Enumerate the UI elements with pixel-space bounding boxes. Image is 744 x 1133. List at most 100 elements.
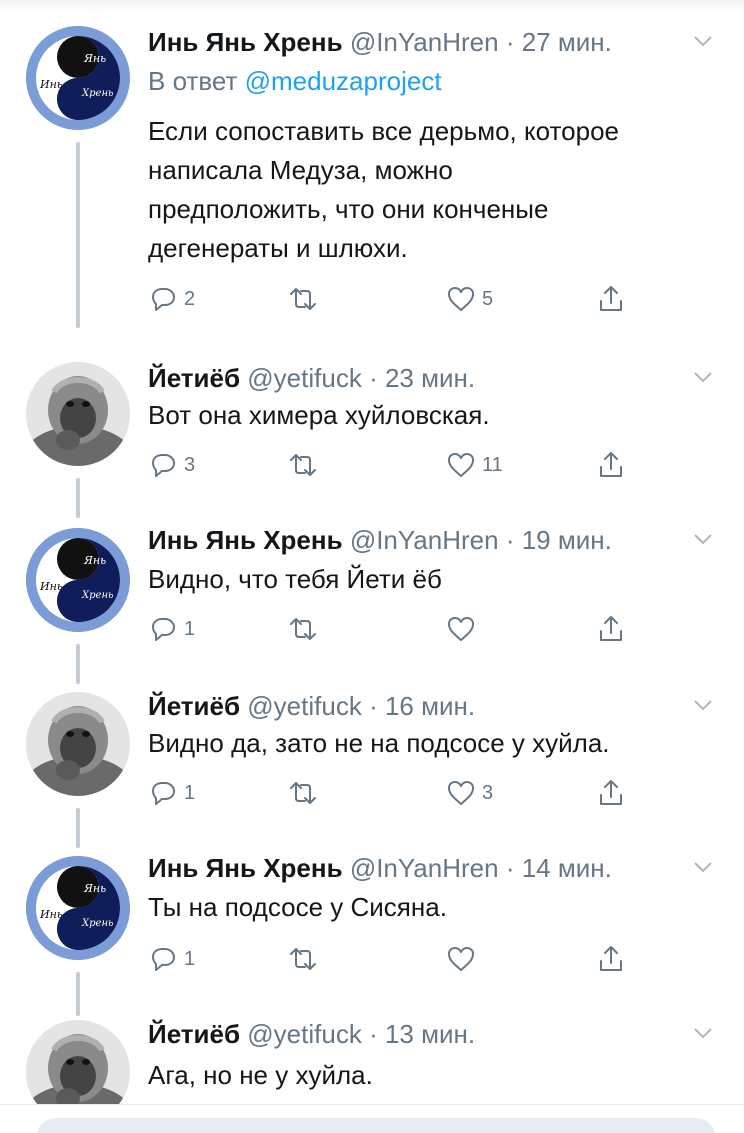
yinyang-avatar-image: Янь Инь Хрень — [26, 26, 130, 130]
author-name[interactable]: Йетиёб — [148, 1019, 240, 1049]
like-count: 11 — [482, 453, 503, 476]
author-name[interactable]: Инь Янь Хрень — [148, 27, 343, 57]
thread-connector — [76, 142, 80, 328]
chevron-down-icon[interactable] — [692, 694, 714, 716]
thread-connector — [76, 478, 80, 518]
like-button[interactable]: 3 — [446, 776, 493, 810]
tweet-header: Инь Янь Хрень @InYanHren · 14 мин. — [148, 850, 714, 886]
like-button[interactable] — [446, 612, 482, 646]
reply-prefix: В ответ — [148, 66, 238, 96]
tweet-text-line: дегенераты и шлюхи. — [148, 233, 408, 263]
chevron-down-icon[interactable] — [692, 366, 714, 388]
retweet-icon — [290, 454, 316, 476]
separator: · — [505, 525, 515, 555]
timestamp[interactable]: 16 мин. — [385, 691, 475, 721]
tweet-actions: 1 — [148, 612, 648, 646]
tweet-text-line: Ты на подсосе у Сисяна. — [148, 892, 447, 922]
timestamp[interactable]: 23 мин. — [385, 363, 475, 393]
retweet-icon — [290, 288, 316, 310]
avatar-label-right: Хрень — [81, 590, 113, 601]
timestamp[interactable]: 13 мин. — [385, 1019, 475, 1049]
thread-connector — [76, 644, 80, 684]
reply-count: 1 — [184, 947, 196, 970]
share-icon — [600, 452, 622, 477]
like-button[interactable] — [446, 942, 482, 976]
avatar-label-top: Янь — [83, 882, 106, 895]
retweet-icon — [290, 618, 316, 640]
chevron-down-icon[interactable] — [692, 528, 714, 550]
tweet-text-line: Если сопоставить все дерьмо, которое — [148, 116, 619, 146]
separator: · — [369, 363, 378, 393]
yinyang-avatar[interactable]: Янь Инь Хрень — [26, 856, 130, 960]
timestamp[interactable]: 14 мин. — [522, 853, 612, 883]
chevron-down-icon[interactable] — [692, 1022, 714, 1044]
author-name[interactable]: Йетиёб — [148, 363, 240, 393]
author-name[interactable]: Йетиёб — [148, 691, 240, 721]
thread-connector — [76, 972, 80, 1016]
author-name[interactable]: Инь Янь Хрень — [148, 853, 343, 883]
tweet-text: Ты на подсосе у Сисяна. — [148, 888, 728, 927]
reply-icon — [152, 948, 175, 971]
share-button[interactable] — [596, 776, 626, 810]
author-handle[interactable]: @InYanHren — [350, 27, 499, 57]
reply-button[interactable]: 1 — [148, 776, 195, 810]
like-button[interactable]: 11 — [446, 448, 503, 482]
share-button[interactable] — [596, 942, 626, 976]
timestamp[interactable]: 27 мин. — [522, 27, 612, 57]
tweet-actions: 1 — [148, 942, 648, 976]
yinyang-avatar-image: Янь Инь Хрень — [26, 856, 130, 960]
share-button[interactable] — [596, 448, 626, 482]
yeti-avatar[interactable] — [26, 692, 130, 796]
author-handle[interactable]: @InYanHren — [350, 525, 499, 555]
reply-button[interactable]: 1 — [148, 612, 195, 646]
reply-count: 1 — [184, 781, 196, 804]
author-handle[interactable]: @InYanHren — [350, 853, 499, 883]
yinyang-avatar[interactable]: Янь Инь Хрень — [26, 26, 130, 130]
share-button[interactable] — [596, 282, 626, 316]
share-button[interactable] — [596, 612, 626, 646]
tweet-header: Йетиёб @yetifuck · 16 мин. — [148, 688, 714, 724]
top-edge — [0, 0, 744, 12]
share-icon — [600, 616, 622, 641]
tweet-text-line: Ага, но не у хуйла. — [148, 1060, 373, 1090]
tweet-header: Йетиёб @yetifuck · 13 мин. — [148, 1016, 714, 1052]
reply-button[interactable]: 2 — [148, 282, 195, 316]
retweet-button[interactable] — [288, 448, 324, 482]
reply-compose-field[interactable] — [36, 1118, 716, 1133]
tweet-text: Вот она химера хуйловская. — [148, 396, 728, 435]
retweet-button[interactable] — [288, 776, 324, 810]
like-button[interactable]: 5 — [446, 282, 493, 316]
share-icon — [600, 780, 622, 805]
avatar-label-right: Хрень — [81, 88, 113, 99]
reply-context: В ответ @meduzaproject — [148, 64, 442, 98]
reply-button[interactable]: 3 — [148, 448, 195, 482]
separator: · — [369, 691, 378, 721]
share-icon — [600, 946, 622, 971]
tweet-text: Видно, что тебя Йети ёб — [148, 560, 728, 599]
retweet-icon — [290, 948, 316, 970]
heart-icon — [448, 617, 474, 641]
yinyang-avatar-image: Янь Инь Хрень — [26, 528, 130, 632]
retweet-button[interactable] — [288, 282, 324, 316]
chevron-down-icon[interactable] — [692, 30, 714, 52]
timestamp[interactable]: 19 мин. — [522, 525, 612, 555]
reply-count: 3 — [184, 453, 196, 476]
heart-icon — [448, 453, 474, 477]
yeti-avatar[interactable] — [26, 362, 130, 466]
retweet-button[interactable] — [288, 942, 324, 976]
author-handle[interactable]: @yetifuck — [247, 691, 362, 721]
heart-icon — [448, 781, 474, 805]
tweet-actions: 2 5 — [148, 282, 648, 316]
like-count: 5 — [482, 287, 494, 310]
yinyang-avatar[interactable]: Янь Инь Хрень — [26, 528, 130, 632]
reply-mention-link[interactable]: @meduzaproject — [245, 66, 442, 96]
author-handle[interactable]: @yetifuck — [247, 1019, 362, 1049]
reply-icon — [152, 288, 175, 311]
author-name[interactable]: Инь Янь Хрень — [148, 525, 343, 555]
author-handle[interactable]: @yetifuck — [247, 363, 362, 393]
chevron-down-icon[interactable] — [692, 856, 714, 878]
avatar-label-right: Хрень — [81, 918, 113, 929]
reply-button[interactable]: 1 — [148, 942, 195, 976]
retweet-button[interactable] — [288, 612, 324, 646]
tweet-text-line: Вот она химера хуйловская. — [148, 400, 490, 430]
